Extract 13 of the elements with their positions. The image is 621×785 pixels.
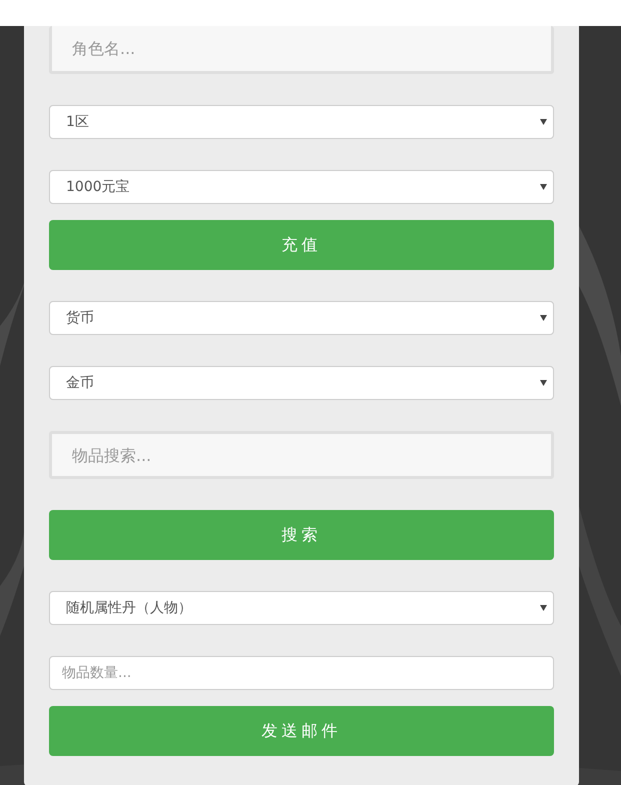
- dropdown[interactable]: 1000元宝: [49, 170, 554, 204]
- input-field[interactable]: 物品数量...: [49, 656, 554, 690]
- caret-icon: [540, 315, 547, 321]
- dropdown[interactable]: 1区: [49, 105, 554, 139]
- caret-icon: [540, 605, 547, 611]
- dropdown[interactable]: 随机属性丹（人物）: [49, 591, 554, 625]
- search-field[interactable]: 角色名...: [49, 26, 554, 74]
- caret-icon: [540, 119, 547, 125]
- caret-icon: [540, 380, 547, 386]
- caret-icon: [540, 184, 547, 190]
- search-field[interactable]: 物品搜索...: [49, 431, 554, 479]
- dropdown[interactable]: 货币: [49, 301, 554, 335]
- dropdown[interactable]: 金币: [49, 366, 554, 400]
